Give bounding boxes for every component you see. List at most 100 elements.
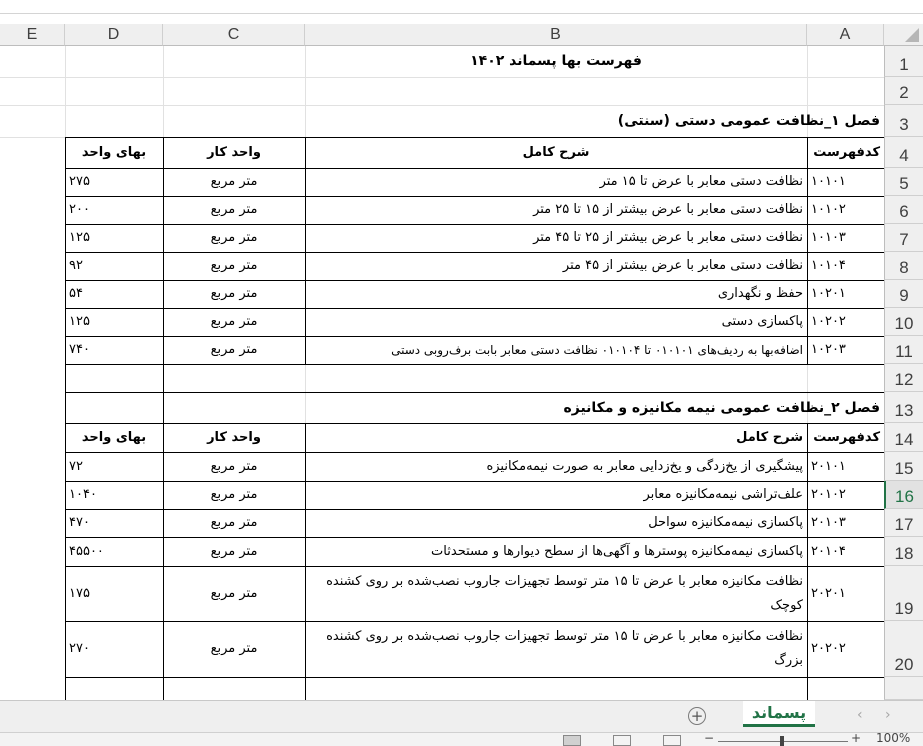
row-header-11[interactable]: 11 (884, 336, 923, 364)
row-header-14[interactable]: 14 (884, 423, 923, 452)
row-header-9[interactable]: 9 (884, 280, 923, 308)
cell-code[interactable]: ۱۰۱۰۱ (807, 168, 884, 196)
row-header-17[interactable]: 17 (884, 509, 923, 537)
header-unit[interactable]: واحد کار (163, 424, 305, 452)
cell-desc[interactable]: علف‌تراشی نیمه‌مکانیزه معابر (305, 481, 807, 509)
cell-unit[interactable]: متر مربع (163, 336, 305, 364)
cell-code[interactable]: ۲۰۲۰۲ (807, 621, 884, 677)
cell-code[interactable]: ۲۰۱۰۴ (807, 537, 884, 566)
cell-code[interactable]: ۱۰۱۰۲ (807, 196, 884, 224)
cell-desc[interactable]: پیشگیری از یخ‌زدگی و یخ‌زدایی معابر به ص… (305, 452, 807, 481)
header-unit[interactable]: واحد کار (163, 138, 305, 168)
cell-code[interactable]: ۱۰۱۰۳ (807, 224, 884, 252)
cell-price[interactable]: ۴۷۰ (65, 509, 163, 537)
column-header-e[interactable]: E (0, 24, 65, 46)
row-header-18[interactable]: 18 (884, 537, 923, 566)
cell-price[interactable]: ۱۲۵ (65, 224, 163, 252)
section-2-heading[interactable]: فصل ۲_نظافت عمومی نیمه مکانیزه و مکانیزه (400, 393, 884, 423)
cell-desc[interactable]: اضافه‌بها به ردیف‌های ۰۱۰۱۰۱ تا ۰۱۰۱۰۴ ن… (305, 336, 807, 364)
cell-desc[interactable]: نظافت دستی معابر با عرض بیشتر از ۲۵ تا ۴… (305, 224, 807, 252)
cell-price[interactable]: ۹۲ (65, 252, 163, 280)
zoom-in-button[interactable]: + (851, 733, 861, 745)
row-header-13[interactable]: 13 (884, 392, 923, 423)
row-header-15[interactable]: 15 (884, 452, 923, 481)
zoom-level[interactable]: 100% (876, 733, 910, 745)
row-header-1[interactable]: 1 (884, 46, 923, 77)
row-header-8[interactable]: 8 (884, 252, 923, 280)
cell-unit[interactable]: متر مربع (163, 252, 305, 280)
cell-price[interactable]: ۲۷۵ (65, 168, 163, 196)
row-header-10[interactable]: 10 (884, 308, 923, 336)
column-header-c[interactable]: C (163, 24, 305, 46)
cell-desc[interactable]: نظافت دستی معابر با عرض بیشتر از ۴۵ متر (305, 252, 807, 280)
row-header-4[interactable]: 4 (884, 137, 923, 168)
cell-unit[interactable]: متر مربع (163, 537, 305, 566)
cell-unit[interactable]: متر مربع (163, 452, 305, 481)
header-desc[interactable]: شرح کامل (305, 138, 807, 168)
add-sheet-button[interactable]: + (688, 707, 706, 725)
cell-price[interactable]: ۲۰۰ (65, 196, 163, 224)
cell-code[interactable]: ۲۰۱۰۲ (807, 481, 884, 509)
cell-price[interactable]: ۱۷۵ (65, 566, 163, 621)
cell-code[interactable]: ۱۰۱۰۴ (807, 252, 884, 280)
cell-code[interactable]: ۲۰۱۰۳ (807, 509, 884, 537)
column-header-b[interactable]: B (305, 24, 807, 46)
cell-desc[interactable]: پاکسازی دستی (305, 308, 807, 336)
row-header-20[interactable]: 20 (884, 621, 923, 677)
zoom-out-button[interactable]: − (704, 733, 714, 745)
cell-price[interactable]: ۷۲ (65, 452, 163, 481)
scroll-next-icon[interactable]: › (885, 707, 891, 723)
cell-unit[interactable]: متر مربع (163, 566, 305, 621)
cell-unit[interactable]: متر مربع (163, 509, 305, 537)
scroll-prev-icon[interactable]: ‹ (857, 707, 863, 723)
page-layout-view-icon[interactable] (613, 735, 631, 746)
header-code[interactable]: کدفهرست (807, 424, 884, 452)
row-header-5[interactable]: 5 (884, 168, 923, 196)
row-header-12[interactable]: 12 (884, 364, 923, 392)
sheet-title[interactable]: فهرست بها پسماند ۱۴۰۲ (305, 46, 807, 77)
page-break-view-icon[interactable] (663, 735, 681, 746)
cell-unit[interactable]: متر مربع (163, 481, 305, 509)
header-price[interactable]: بهای واحد (65, 424, 163, 452)
sheet-tab-pasmand[interactable]: پسماند (743, 701, 815, 727)
cell-unit[interactable]: متر مربع (163, 224, 305, 252)
column-header-d[interactable]: D (65, 24, 163, 46)
cell-unit[interactable]: متر مربع (163, 621, 305, 677)
cell-desc[interactable]: پاکسازی نیمه‌مکانیزه سواحل (305, 509, 807, 537)
cell-code[interactable]: ۲۰۱۰۱ (807, 452, 884, 481)
column-header-a[interactable]: A (807, 24, 884, 46)
row-header-21[interactable] (884, 677, 923, 700)
cell-unit[interactable]: متر مربع (163, 196, 305, 224)
cell-code[interactable]: ۱۰۲۰۲ (807, 308, 884, 336)
cell-desc[interactable]: نظافت دستی معابر با عرض تا ۱۵ متر (305, 168, 807, 196)
cell-code[interactable]: ۲۰۲۰۱ (807, 566, 884, 621)
header-code[interactable]: کدفهرست (807, 138, 884, 168)
cell-price[interactable]: ۱۲۵ (65, 308, 163, 336)
row-header-16[interactable]: 16 (884, 481, 923, 509)
select-all-button[interactable] (884, 24, 923, 46)
cell-code[interactable]: ۱۰۲۰۱ (807, 280, 884, 308)
header-desc[interactable]: شرح کامل (305, 424, 807, 452)
header-price[interactable]: بهای واحد (65, 138, 163, 168)
cell-price[interactable]: ۷۴۰ (65, 336, 163, 364)
cell-price[interactable]: ۲۷۰ (65, 621, 163, 677)
cell-price[interactable]: ۵۴ (65, 280, 163, 308)
row-header-19[interactable]: 19 (884, 566, 923, 621)
section-1-heading[interactable]: فصل ۱_نظافت عمومی دستی (سنتی) (400, 105, 884, 137)
cell-price[interactable]: ۱۰۴۰ (65, 481, 163, 509)
cell-code[interactable]: ۱۰۲۰۳ (807, 336, 884, 364)
cell-desc[interactable]: نظافت مکانیزه معابر با عرض تا ۱۵ متر توس… (305, 566, 807, 621)
row-header-3[interactable]: 3 (884, 105, 923, 137)
cell-desc[interactable]: پاکسازی نیمه‌مکانیزه پوسترها و آگهی‌ها ا… (305, 537, 807, 566)
cell-unit[interactable]: متر مربع (163, 308, 305, 336)
cell-unit[interactable]: متر مربع (163, 280, 305, 308)
normal-view-icon[interactable] (563, 735, 581, 746)
row-header-6[interactable]: 6 (884, 196, 923, 224)
cell-desc[interactable]: نظافت مکانیزه معابر با عرض تا ۱۵ متر توس… (305, 621, 807, 677)
cell-unit[interactable]: متر مربع (163, 168, 305, 196)
row-header-2[interactable]: 2 (884, 77, 923, 105)
cell-price[interactable]: ۴۵۵۰۰ (65, 537, 163, 566)
cell-desc[interactable]: حفظ و نگهداری (305, 280, 807, 308)
row-header-7[interactable]: 7 (884, 224, 923, 252)
cell-desc[interactable]: نظافت دستی معابر با عرض بیشتر از ۱۵ تا ۲… (305, 196, 807, 224)
